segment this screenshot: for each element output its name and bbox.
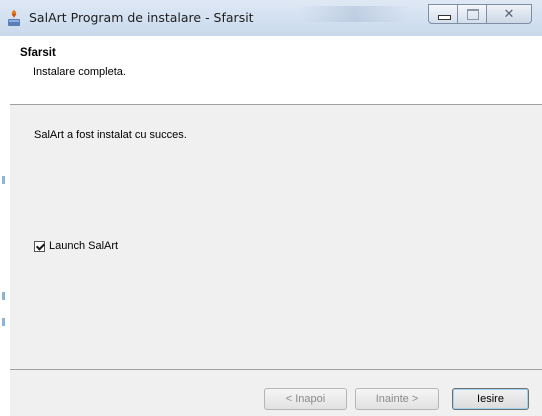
wizard-content: SalArt a fost instalat cu succes. Launch… (10, 104, 542, 369)
desktop-edge (0, 36, 10, 416)
edge-mark (2, 176, 5, 184)
back-button[interactable]: < Inapoi (264, 388, 347, 410)
edge-mark (2, 292, 5, 300)
window-title: SalArt Program de instalare - Sfarsit (29, 10, 254, 25)
wizard-header: Sfarsit Instalare completa. (10, 36, 542, 104)
close-button[interactable]: ✕ (486, 4, 532, 24)
maximize-icon (467, 9, 479, 20)
minimize-icon (438, 15, 451, 20)
wizard-footer: < Inapoi Inainte > Iesire (10, 369, 542, 416)
installer-window: SalArt Program de instalare - Sfarsit ✕ … (0, 0, 542, 416)
success-message: SalArt a fost instalat cu succes. (34, 129, 187, 141)
edge-mark (2, 318, 5, 326)
launch-checkbox[interactable] (34, 240, 45, 252)
exit-button[interactable]: Iesire (452, 388, 529, 410)
maximize-button[interactable] (457, 4, 487, 24)
close-icon: ✕ (503, 7, 515, 22)
window-controls: ✕ (428, 4, 532, 24)
title-bar[interactable]: SalArt Program de instalare - Sfarsit ✕ (0, 0, 542, 36)
launch-checkbox-label[interactable]: Launch SalArt (49, 240, 118, 252)
next-button[interactable]: Inainte > (355, 388, 439, 410)
installer-app-icon (8, 10, 20, 26)
minimize-button[interactable] (428, 4, 458, 24)
launch-checkbox-row[interactable]: Launch SalArt (34, 240, 118, 252)
page-title: Sfarsit (20, 47, 56, 59)
page-subtitle: Instalare completa. (33, 66, 126, 78)
